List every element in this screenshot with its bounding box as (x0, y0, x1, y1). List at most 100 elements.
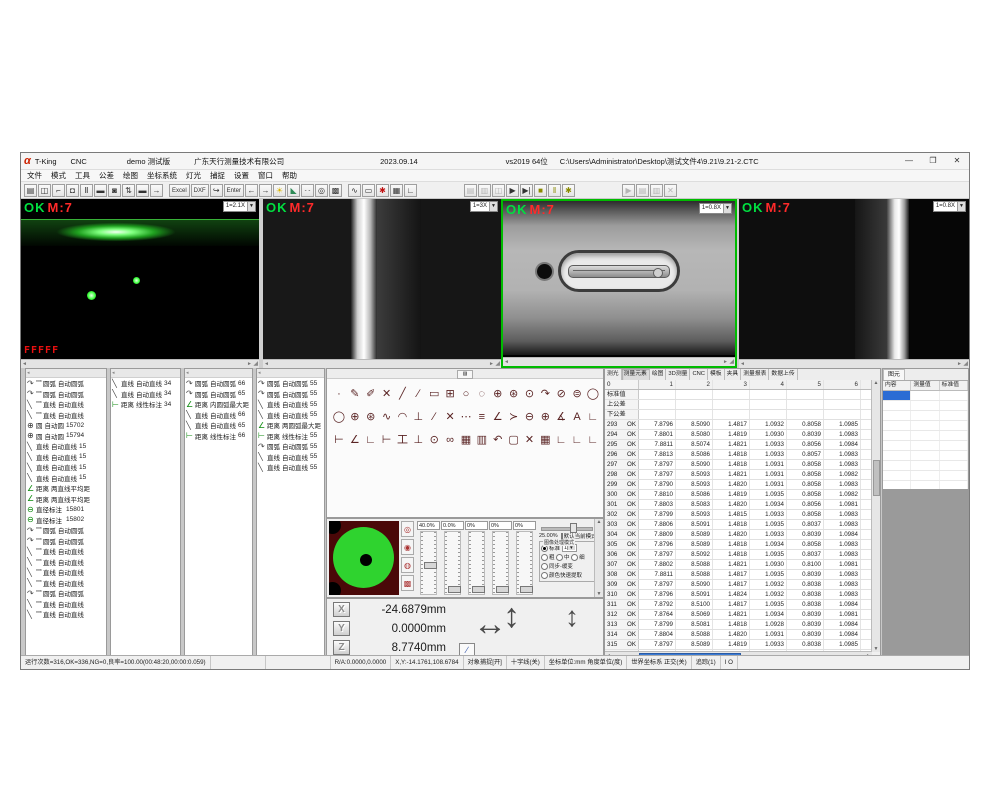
grid-data-row[interactable]: 301OK7.88038.50831.48201.09340.80561.098… (605, 500, 872, 510)
grid-col-header[interactable]: 2 (676, 380, 713, 389)
table-tab-4[interactable]: CNC (690, 369, 708, 380)
light-segment-icon[interactable]: ◍ (401, 557, 414, 573)
camera-2-scrollbar[interactable]: ◄► ◢ (263, 359, 501, 368)
grid-data-row[interactable]: 306OK7.87978.50921.48181.09350.80371.098… (605, 550, 872, 560)
toolbar-save-disabled[interactable]: ▤ (636, 184, 649, 197)
grid-data-row[interactable]: 299OK7.87908.50931.48201.09310.80581.098… (605, 480, 872, 490)
table-tab-8[interactable]: 数据上传 (769, 369, 797, 380)
detail-row[interactable] (883, 461, 968, 471)
detail-row[interactable] (883, 401, 968, 411)
grid-data-row[interactable]: 300OK7.88108.50861.48191.09350.80581.098… (605, 490, 872, 500)
toolbar-run-to-end[interactable]: ▶| (520, 184, 533, 197)
palette-tool-icon-1-2[interactable]: ⊛ (363, 410, 379, 425)
menu-item-2[interactable]: 工具 (75, 170, 90, 181)
palette-tool-icon-1-4[interactable]: ◠ (395, 410, 411, 425)
palette-tool-icon-0-2[interactable]: ✐ (363, 387, 379, 402)
list-item[interactable]: ⊕圆自动圆15794 (26, 431, 106, 442)
toolbar-batch[interactable]: ▥ (478, 184, 491, 197)
palette-tool-icon-0-14[interactable]: ⊘ (553, 387, 569, 402)
toolbar-open-2[interactable]: ◫ (492, 184, 505, 197)
minimize-button[interactable]: — (897, 154, 921, 168)
toolbar-pattern[interactable]: ▩ (329, 184, 342, 197)
list-item[interactable]: ╲***直线自动直线 (26, 410, 106, 421)
palette-tool-icon-2-14[interactable]: ∟ (553, 433, 569, 448)
grid-data-row[interactable]: 298OK7.87978.50931.48211.09310.80581.098… (605, 470, 872, 480)
palette-tool-icon-0-6[interactable]: ▭ (426, 387, 442, 402)
grid-data-row[interactable]: 309OK7.87978.50901.48171.09320.80381.098… (605, 580, 872, 590)
palette-tool-icon-0-10[interactable]: ⊕ (490, 387, 506, 402)
light-back-icon[interactable]: ▩ (401, 575, 414, 591)
menu-item-6[interactable]: 灯光 (186, 170, 201, 181)
list-item[interactable]: ∠距离两直线平均距 (26, 483, 106, 494)
list-item[interactable]: ╲直线自动直线34 (111, 389, 180, 400)
toolbar-step[interactable]: → (150, 184, 163, 197)
toolbar-send[interactable]: ↪ (210, 184, 223, 197)
palette-tool-icon-1-12[interactable]: ⊖ (522, 410, 538, 425)
list-item[interactable]: ╲***直线自动直线 (26, 557, 106, 568)
list-item[interactable]: ∠距离两圆弧最大距 (257, 420, 324, 431)
list-item[interactable]: ↷圆弧自动圆弧66 (185, 378, 252, 389)
palette-tool-icon-2-0[interactable]: ⊢ (331, 433, 347, 448)
jog-z-icon[interactable]: ↕ (565, 601, 579, 633)
list-item[interactable]: ╲直线自动直线65 (185, 420, 252, 431)
palette-tool-icon-2-2[interactable]: ∟ (363, 433, 379, 448)
list-item[interactable]: ∠距离两直线平均距 (26, 494, 106, 505)
mode-radio-sync[interactable] (541, 563, 548, 570)
toolbar-play-disabled[interactable]: ▶ (622, 184, 635, 197)
list-item[interactable]: ╲直线自动直线15 (26, 473, 106, 484)
list-item[interactable]: ↷圆弧自动圆弧55 (257, 441, 324, 452)
column-header[interactable]: 内容 (883, 381, 911, 390)
ring-light-indicator[interactable] (329, 521, 399, 595)
palette-tool-icon-0-3[interactable]: ✕ (379, 387, 395, 402)
grid-data-row[interactable]: 304OK7.88098.50891.48201.09330.80391.098… (605, 530, 872, 540)
grid-col-header[interactable]: 0 (605, 380, 639, 389)
table-tab-7[interactable]: 测量报表 (741, 369, 769, 380)
palette-tool-icon-1-1[interactable]: ⊕ (347, 410, 363, 425)
toolbar-light-bulb[interactable]: ☀ (273, 184, 286, 197)
palette-tool-icon-0-8[interactable]: ○ (458, 387, 474, 402)
camera-3-zoom-select[interactable]: 1=0.8X▼ (699, 203, 732, 214)
list-1-scrollbar[interactable]: ◂ (26, 369, 106, 378)
toolbar-stop[interactable]: ■ (534, 184, 547, 197)
toolbar-column[interactable]: Ⅱ (80, 184, 93, 197)
list-item[interactable]: ╲直线自动直线55 (257, 410, 324, 421)
toolbar-probe[interactable]: ◘ (66, 184, 79, 197)
list-item[interactable]: ╲直线自动直线66 (185, 410, 252, 421)
menu-item-5[interactable]: 坐标系统 (147, 170, 177, 181)
grid-vertical-scrollbar[interactable]: ▲▼ (871, 380, 880, 652)
detail-row[interactable] (883, 411, 968, 421)
jog-horizontal-icon[interactable]: ↔ (473, 605, 507, 644)
toolbar-arrow-left[interactable]: ← (245, 184, 258, 197)
palette-tool-icon-2-9[interactable]: ▥ (474, 433, 490, 448)
menu-item-8[interactable]: 设置 (234, 170, 249, 181)
camera-1-zoom-select[interactable]: 1=2.1X▼ (223, 201, 256, 212)
palette-tool-icon-2-11[interactable]: ▢ (506, 433, 522, 448)
toolbar-lens[interactable]: ◙ (108, 184, 121, 197)
grid-data-row[interactable]: 297OK7.87978.50901.48181.09310.80581.098… (605, 460, 872, 470)
table-tab-1[interactable]: 测量元素 (622, 369, 650, 380)
grid-data-row[interactable]: 307OK7.88028.50881.48211.09300.81001.098… (605, 560, 872, 570)
camera-3-scrollbar[interactable]: ◄► ◢ (503, 357, 735, 366)
light-panel-scrollbar[interactable]: ▲▼ (594, 519, 603, 597)
light-slider-4[interactable]: 0% (513, 521, 536, 595)
camera-view-2[interactable]: OKM:7 1=3X▼ ◄► ◢ (263, 199, 501, 368)
list-item[interactable]: ╲***直线自动直线 (26, 567, 106, 578)
toolbar-arrow-right[interactable]: → (259, 184, 272, 197)
palette-tool-icon-1-3[interactable]: ∿ (379, 410, 395, 425)
list-item[interactable]: ⊢距离线性标注66 (185, 431, 252, 442)
list-item[interactable]: ∠距离内圆弧最大距 (185, 399, 252, 410)
grid-data-row[interactable]: 303OK7.88068.50911.48181.09350.80371.098… (605, 520, 872, 530)
palette-tool-icon-0-16[interactable]: ◯ (585, 387, 601, 402)
grid-data-row[interactable]: 308OK7.88118.50881.48171.09350.80391.098… (605, 570, 872, 580)
palette-tool-icon-1-11[interactable]: ≻ (506, 410, 522, 425)
grid-data-row[interactable]: 305OK7.87968.50891.48181.09340.80581.098… (605, 540, 872, 550)
list-item[interactable]: ╲直线自动直线15 (26, 462, 106, 473)
list-item[interactable]: ╲直线自动直线55 (257, 452, 324, 463)
list-item[interactable]: ╲***直线自动直线 (26, 546, 106, 557)
palette-tool-icon-2-4[interactable]: 工 (395, 433, 411, 448)
palette-tool-icon-0-13[interactable]: ↷ (537, 387, 553, 402)
tab-element[interactable]: 图元 (883, 369, 905, 380)
toolbar-open[interactable]: ◫ (38, 184, 51, 197)
palette-tool-icon-2-5[interactable]: ⊥ (410, 433, 426, 448)
grid-col-header[interactable]: 1 (639, 380, 676, 389)
